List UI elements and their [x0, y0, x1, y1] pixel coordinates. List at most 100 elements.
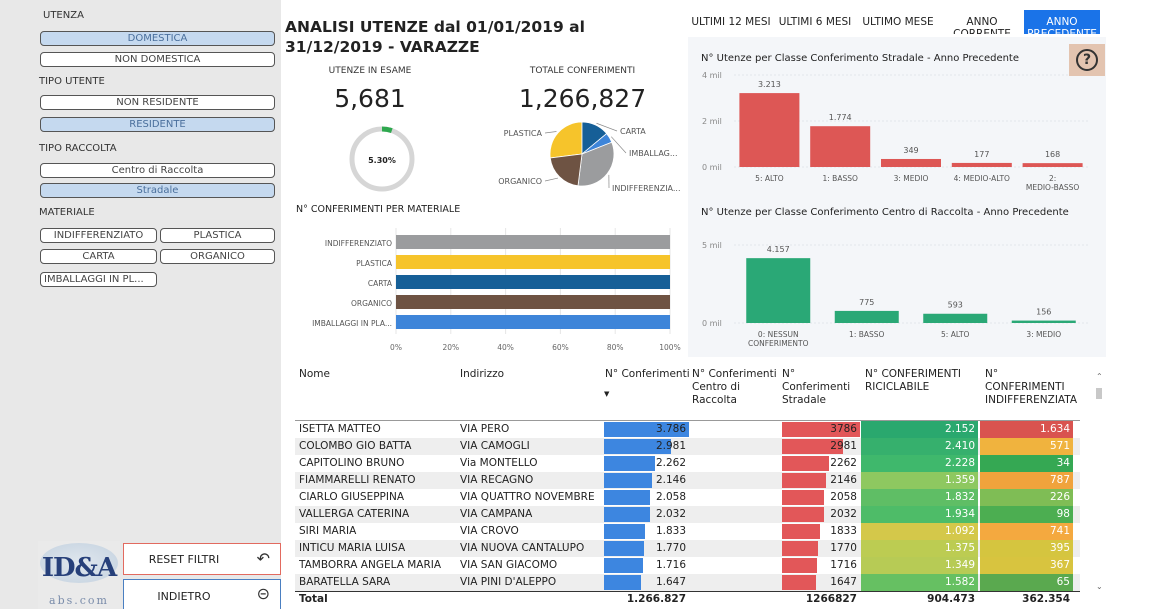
stradale-bar-chart[interactable]: 4 mil 2 mil 0 mil 3.213 5: ALTO 1.774 1: BASSO…: [696, 67, 1096, 197]
filter-plastica[interactable]: PLASTICA: [160, 228, 275, 243]
filter-materiale-label: MATERIALE: [39, 207, 95, 218]
table-row[interactable]: INTICU MARIA LUISA VIA NUOVA CANTALUPO 1.7…: [295, 540, 1080, 557]
filter-indifferenziato[interactable]: INDIFFERENZIATO: [40, 228, 157, 243]
bar[interactable]: [1022, 163, 1083, 167]
cell-indifferenziata: 98: [1056, 508, 1070, 520]
bar[interactable]: [810, 126, 871, 167]
cell-conferimenti: 2.981: [655, 440, 686, 452]
back-button[interactable]: INDIETRO ⊝: [123, 579, 281, 609]
cell-conferimenti: 2.058: [655, 491, 686, 503]
material-bar[interactable]: [396, 315, 670, 329]
cell-nome: ISETTA MATTEO: [299, 423, 381, 435]
cell-stradale: 1647: [830, 576, 857, 588]
cell-indifferenziata: 571: [1049, 440, 1070, 452]
material-bar[interactable]: [396, 275, 670, 289]
cell-centro-raccolta: [692, 455, 778, 472]
cell-conferimenti: 1.266.827: [626, 593, 686, 605]
bar-data-label: 349: [903, 146, 918, 155]
filter-utenza-domestica[interactable]: DOMESTICA: [40, 31, 275, 46]
scrollbar-thumb[interactable]: [1096, 388, 1102, 399]
material-bar[interactable]: [396, 255, 670, 269]
filter-tipo-utente-label: TIPO UTENTE: [39, 76, 105, 87]
bar-data-label: 775: [859, 298, 874, 307]
bar[interactable]: [834, 310, 899, 323]
cell-centro-raccolta: [692, 574, 778, 591]
col-header-indifferenziata[interactable]: N° CONFERIMENTI INDIFFERENZIATA: [985, 368, 1080, 407]
cell-indifferenziata: 787: [1049, 474, 1070, 486]
table-row[interactable]: COLOMBO GIO BATTA VIA CAMOGLI 2.981 2981 2.4…: [295, 438, 1080, 455]
table-row[interactable]: FIAMMARELLI RENATO VIA RECAGNO 2.146 2146 1.…: [295, 472, 1080, 489]
bar[interactable]: [746, 258, 811, 323]
table-row[interactable]: BARATELLA SARA VIA PINI D'ALEPPO 1.647 1647…: [295, 574, 1080, 591]
centro-bar-chart[interactable]: 5 mil 0 mil 4.157 0: NESSUNCONFERIMENTO 775 1…: [696, 225, 1096, 357]
table-row[interactable]: ISETTA MATTEO VIA PERO 3.786 3786 2.152 1.634: [295, 421, 1080, 438]
tab-ultimo-mese[interactable]: ULTIMO MESE: [856, 10, 940, 34]
gauge-label: 5.30%: [368, 156, 396, 165]
cell-centro-raccolta: [692, 421, 778, 438]
cell-indirizzo: VIA RECAGNO: [460, 474, 534, 486]
filter-organico[interactable]: ORGANICO: [160, 249, 275, 264]
table-row[interactable]: VALLERGA CATERINA VIA CAMPANA 2.032 2032 1.9…: [295, 506, 1080, 523]
bar[interactable]: [881, 158, 941, 167]
tab-anno-corrente[interactable]: ANNO CORRENTE: [940, 10, 1024, 34]
col-header-centro-raccolta[interactable]: N° Conferimenti Centro di Raccolta: [692, 368, 778, 407]
dashboard: UTENZA DOMESTICA NON DOMESTICA TIPO UTEN…: [0, 0, 1158, 609]
kpi-utenze-value: 5,681: [334, 84, 406, 113]
col-header-indirizzo[interactable]: Indirizzo: [460, 368, 504, 381]
bar[interactable]: [951, 162, 1012, 167]
material-bar-chart[interactable]: 0% 20% 40% 60% 80% 100% INDIFFERENZIATO PLASTIC…: [296, 222, 686, 356]
company-logo: ID&A abs.com: [38, 541, 120, 609]
pie-slice[interactable]: [549, 153, 583, 187]
tab-ultimi-12-mesi[interactable]: ULTIMI 12 MESI: [688, 10, 774, 34]
page-title: ANALISI UTENZE dal 01/01/2019 al 31/12/2…: [285, 18, 585, 56]
material-bar[interactable]: [396, 295, 670, 309]
cell-riciclabile: 1.832: [944, 491, 975, 503]
filter-non-residente[interactable]: NON RESIDENTE: [40, 95, 275, 110]
bar-data-label: 168: [1045, 150, 1060, 159]
help-button[interactable]: ?: [1069, 44, 1105, 76]
undo-icon: ↶: [256, 549, 270, 568]
bar[interactable]: [923, 313, 988, 323]
bar-data-label: 177: [974, 150, 989, 159]
table-row[interactable]: CIARLO GIUSEPPINA VIA QUATTRO NOVEMBRE 2.0…: [295, 489, 1080, 506]
filter-stradale[interactable]: Stradale: [40, 183, 275, 198]
col-header-nome[interactable]: Nome: [299, 368, 330, 381]
bar[interactable]: [739, 93, 800, 167]
cell-centro-raccolta: [692, 591, 778, 608]
col-header-stradale[interactable]: N° Conferimenti Stradale: [782, 368, 852, 407]
material-bar[interactable]: [396, 235, 670, 249]
reset-filters-label: RESET FILTRI: [148, 553, 220, 566]
table-row[interactable]: TAMBORRA ANGELA MARIA VIA SAN GIACOMO 1.71…: [295, 557, 1080, 574]
cell-nome: COLOMBO GIO BATTA: [299, 440, 412, 452]
table-row[interactable]: SIRI MARIA VIA CROVO 1.833 1833 1.092 741: [295, 523, 1080, 540]
x-category-label: 1: BASSO: [849, 330, 884, 339]
bar-data-label: 4.157: [767, 245, 790, 254]
filter-carta[interactable]: CARTA: [40, 249, 157, 264]
reset-filters-button[interactable]: RESET FILTRI ↶: [123, 543, 281, 575]
cell-stradale: 1833: [830, 525, 857, 537]
tab-anno-precedente[interactable]: ANNO PRECEDENTE: [1024, 10, 1100, 34]
cell-indirizzo: VIA PERO: [460, 423, 510, 435]
table-scrollbar[interactable]: ⌃ ⌄: [1094, 372, 1104, 594]
cell-stradale: 1770: [830, 542, 857, 554]
material-pie-chart[interactable]: PLASTICA CARTA IMBALLAG... INDIFFERENZIA...…: [490, 118, 690, 200]
period-tabs: ULTIMI 12 MESI ULTIMI 6 MESI ULTIMO MESE…: [688, 10, 1100, 34]
col-header-conferimenti[interactable]: N° Conferimenti: [605, 368, 690, 381]
x-category-label: 3: MEDIO: [894, 174, 929, 183]
bar[interactable]: [1011, 320, 1076, 323]
cell-indirizzo: VIA CAMOGLI: [460, 440, 530, 452]
table-row[interactable]: CAPITOLINO BRUNO Via MONTELLO 2.262 2262 2.2…: [295, 455, 1080, 472]
logo-text: ID&A: [41, 553, 117, 583]
cell-stradale: 1716: [830, 559, 857, 571]
help-circle-icon: ?: [1076, 49, 1098, 71]
pie-slice[interactable]: [549, 121, 583, 159]
x-tick-label: 40%: [497, 343, 514, 352]
filter-residente[interactable]: RESIDENTE: [40, 117, 275, 132]
bar-data-label: 156: [1036, 308, 1051, 317]
filter-imballaggi[interactable]: IMBALLAGGI IN PL...: [40, 272, 157, 287]
filter-centro-raccolta[interactable]: Centro di Raccolta: [40, 163, 275, 178]
tab-ultimi-6-mesi[interactable]: ULTIMI 6 MESI: [774, 10, 856, 34]
col-header-riciclabile[interactable]: N° CONFERIMENTI RICICLABILE: [865, 368, 975, 394]
filter-utenza-non-domestica[interactable]: NON DOMESTICA: [40, 52, 275, 67]
chevron-down-icon: ⌄: [1096, 582, 1103, 591]
